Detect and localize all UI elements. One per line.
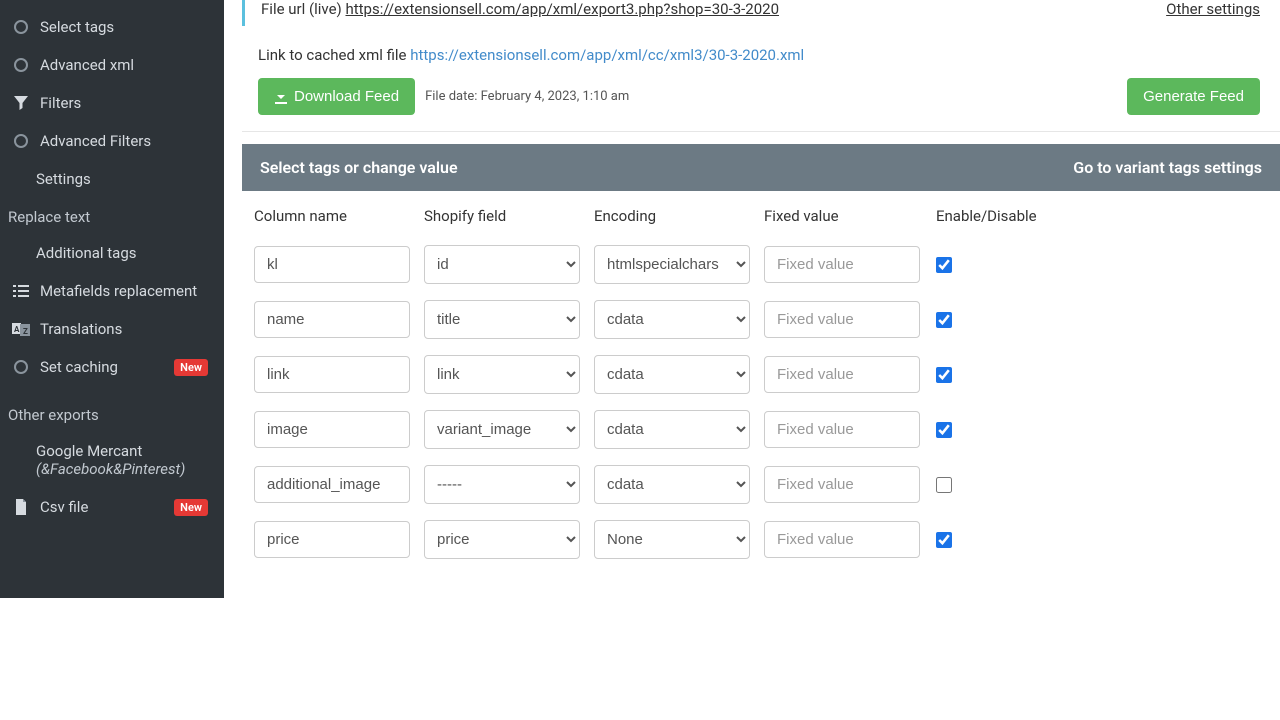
sidebar-group-other: Other exports (0, 386, 224, 432)
generate-feed-label: Generate Feed (1143, 88, 1244, 105)
fixed-value-input[interactable] (764, 301, 920, 338)
sidebar-item-label: Select tags (40, 18, 114, 36)
enable-checkbox[interactable] (936, 312, 952, 328)
fixed-value-input[interactable] (764, 246, 920, 283)
sidebar-item-filters[interactable]: Filters (0, 84, 224, 122)
svg-text:Z: Z (23, 327, 28, 336)
sidebar-item-label: Advanced Filters (40, 132, 151, 150)
svg-text:A: A (14, 325, 20, 334)
file-url-label: File url (live) (261, 0, 345, 18)
download-feed-label: Download Feed (294, 88, 399, 105)
fixed-value-input[interactable] (764, 356, 920, 393)
shopify-field-select[interactable]: idtitlelinkvariant_image-----price (424, 520, 580, 559)
cached-label: Link to cached xml file (258, 46, 410, 64)
column-name-input[interactable] (254, 246, 410, 283)
sidebar-item-label: Translations (40, 320, 122, 338)
sidebar-item-google-merchant[interactable]: Google Mercant (&Facebook&Pinterest) (0, 432, 224, 488)
file-url-link[interactable]: https://extensionsell.com/app/xml/export… (345, 0, 779, 18)
table-row: idtitlelinkvariant_image-----price htmlsp… (254, 457, 1268, 512)
fixed-value-input[interactable] (764, 411, 920, 448)
funnel-icon (12, 94, 30, 112)
table-row: idtitlelinkvariant_image-----price htmlsp… (254, 402, 1268, 457)
encoding-select[interactable]: htmlspecialcharscdataNone (594, 410, 750, 449)
list-icon (12, 282, 30, 300)
enable-checkbox[interactable] (936, 257, 952, 273)
cached-link[interactable]: https://extensionsell.com/app/xml/cc/xml… (410, 46, 804, 64)
generate-feed-button[interactable]: Generate Feed (1127, 78, 1260, 115)
circle-icon (12, 56, 30, 74)
new-badge: New (174, 499, 208, 516)
translate-icon: AZ (12, 320, 30, 338)
enable-checkbox[interactable] (936, 532, 952, 548)
enable-checkbox[interactable] (936, 477, 952, 493)
column-name-input[interactable] (254, 411, 410, 448)
sidebar-item-label: Set caching (40, 358, 118, 376)
main-content: File url (live) https://extensionsell.co… (224, 0, 1280, 720)
column-name-input[interactable] (254, 301, 410, 338)
shopify-field-select[interactable]: idtitlelinkvariant_image-----price (424, 245, 580, 284)
sidebar-item-metafields[interactable]: Metafields replacement (0, 272, 224, 310)
column-name-input[interactable] (254, 521, 410, 558)
th-fixed-value: Fixed value (764, 207, 920, 225)
other-settings-link[interactable]: Other settings (1166, 0, 1260, 18)
sidebar-item-label: Settings (36, 170, 91, 188)
variant-tags-link[interactable]: Go to variant tags settings (1073, 158, 1262, 177)
sidebar: Select tags Advanced xml Filters Advance… (0, 0, 224, 598)
shopify-field-select[interactable]: idtitlelinkvariant_image-----price (424, 410, 580, 449)
sidebar-item-label: Metafields replacement (40, 282, 197, 300)
sidebar-item-caching[interactable]: Set caching New (0, 348, 224, 386)
table-row: idtitlelinkvariant_image-----price htmlsp… (254, 347, 1268, 402)
section-header: Select tags or change value Go to varian… (242, 144, 1280, 191)
encoding-select[interactable]: htmlspecialcharscdataNone (594, 245, 750, 284)
download-icon (274, 90, 288, 104)
sidebar-item-additional-tags[interactable]: Additional tags (0, 234, 224, 272)
file-date: File date: February 4, 2023, 1:10 am (425, 89, 629, 104)
sidebar-item-label: Additional tags (36, 244, 137, 262)
encoding-select[interactable]: htmlspecialcharscdataNone (594, 465, 750, 504)
shopify-field-select[interactable]: idtitlelinkvariant_image-----price (424, 300, 580, 339)
table-row: idtitlelinkvariant_image-----price htmlsp… (254, 237, 1268, 292)
encoding-select[interactable]: htmlspecialcharscdataNone (594, 520, 750, 559)
encoding-select[interactable]: htmlspecialcharscdataNone (594, 355, 750, 394)
sidebar-item-advanced-xml[interactable]: Advanced xml (0, 46, 224, 84)
sidebar-item-settings[interactable]: Settings (0, 160, 224, 198)
tags-table: Column name Shopify field Encoding Fixed… (242, 191, 1280, 583)
table-row: idtitlelinkvariant_image-----price htmlsp… (254, 292, 1268, 347)
column-name-input[interactable] (254, 356, 410, 393)
sidebar-item-select-tags[interactable]: Select tags (0, 8, 224, 46)
file-icon (12, 498, 30, 516)
sidebar-group-replace: Replace text (0, 198, 224, 234)
sidebar-item-advanced-filters[interactable]: Advanced Filters (0, 122, 224, 160)
download-feed-button[interactable]: Download Feed (258, 78, 415, 115)
sidebar-item-label: Advanced xml (40, 56, 134, 74)
section-title: Select tags or change value (260, 158, 458, 177)
enable-checkbox[interactable] (936, 422, 952, 438)
th-shopify-field: Shopify field (424, 207, 580, 225)
cached-block: Link to cached xml file https://extensio… (242, 26, 1280, 132)
table-row: idtitlelinkvariant_image-----price htmlsp… (254, 512, 1268, 567)
encoding-select[interactable]: htmlspecialcharscdataNone (594, 300, 750, 339)
sidebar-item-label: Google Mercant (36, 442, 212, 460)
sidebar-item-sublabel: (&Facebook&Pinterest) (36, 460, 212, 478)
new-badge: New (174, 359, 208, 376)
circle-icon (12, 132, 30, 150)
sidebar-item-csv[interactable]: Csv file New (0, 488, 224, 526)
sidebar-item-label: Csv file (40, 498, 88, 516)
sidebar-item-translations[interactable]: AZ Translations (0, 310, 224, 348)
enable-checkbox[interactable] (936, 367, 952, 383)
table-header: Column name Shopify field Encoding Fixed… (254, 207, 1268, 237)
circle-icon (12, 358, 30, 376)
th-enable: Enable/Disable (934, 207, 1038, 225)
column-name-input[interactable] (254, 466, 410, 503)
file-url-bar: File url (live) https://extensionsell.co… (242, 0, 1280, 26)
th-encoding: Encoding (594, 207, 750, 225)
shopify-field-select[interactable]: idtitlelinkvariant_image-----price (424, 355, 580, 394)
sidebar-item-label: Filters (40, 94, 81, 112)
shopify-field-select[interactable]: idtitlelinkvariant_image-----price (424, 465, 580, 504)
fixed-value-input[interactable] (764, 521, 920, 558)
circle-icon (12, 18, 30, 36)
fixed-value-input[interactable] (764, 466, 920, 503)
th-column-name: Column name (254, 207, 410, 225)
